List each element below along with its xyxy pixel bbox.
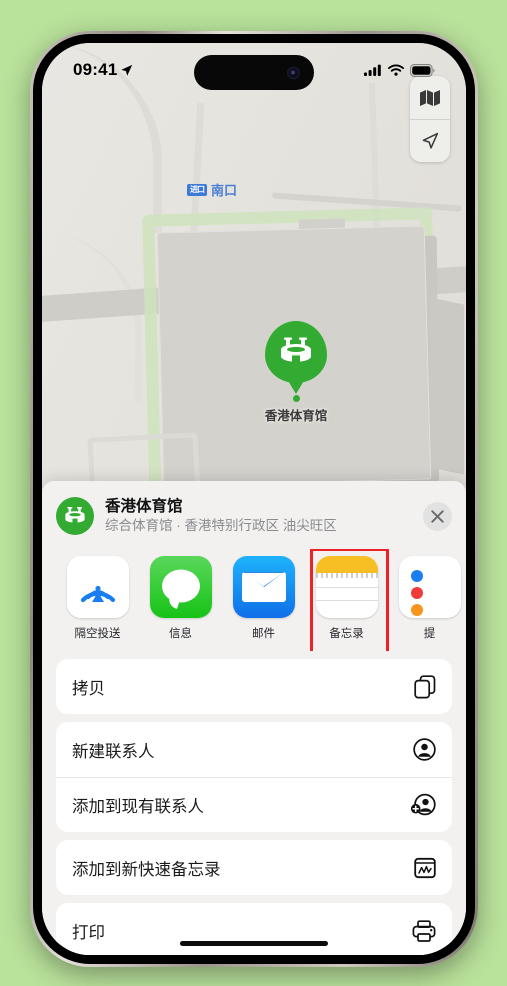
wifi-icon [388,64,404,76]
share-app-row[interactable]: 隔空投送 信息 邮件 备忘录 提 [42,549,466,651]
front-camera-icon [287,66,300,79]
phone-frame: 进口 南口 香港体育馆 09:41 香港体育馆 综合体育馆 · 香港特别行政区 … [30,31,478,967]
battery-full-icon [410,63,435,77]
share-sheet-texts: 香港体育馆 综合体育馆 · 香港特别行政区 油尖旺区 [105,497,423,535]
action-row-add-existing-contact[interactable]: 添加到现有联系人 [56,777,452,832]
share-app-label: 邮件 [252,628,275,640]
map-entrance-marker[interactable]: 进口 南口 [187,180,237,199]
close-button[interactable] [423,501,452,531]
cellular-bars-icon [364,64,381,76]
share-app-label: 备忘录 [329,628,364,640]
share-app-airdrop[interactable]: 隔空投送 [64,556,131,641]
stadium-pin-icon [265,321,327,383]
close-icon [431,509,444,523]
share-action-group: 打印 [56,903,452,955]
share-sheet: 香港体育馆 综合体育馆 · 香港特别行政区 油尖旺区 隔空投送 信息 邮件 备忘… [42,481,466,955]
action-row-new-quick-note[interactable]: 添加到新快速备忘录 [56,840,452,895]
share-app-label: 提 [423,628,436,640]
reminders-icon [398,556,461,618]
share-app-label: 信息 [169,628,192,640]
share-sheet-title: 香港体育馆 [105,498,183,516]
share-app-label: 隔空投送 [74,628,121,640]
share-place-icon [56,497,94,535]
action-row-print[interactable]: 打印 [56,903,452,955]
share-sheet-subtitle: 综合体育馆 · 香港特别行政区 油尖旺区 [105,518,337,534]
action-label: 打印 [72,923,105,942]
person-circle-icon [410,738,436,761]
share-app-reminders[interactable]: 提 [396,556,463,641]
action-row-new-contact[interactable]: 新建联系人 [56,722,452,777]
phone-screen: 进口 南口 香港体育馆 09:41 香港体育馆 综合体育馆 · 香港特别行政区 … [42,43,466,955]
locate-me-button[interactable] [410,119,450,162]
share-action-group: 添加到新快速备忘录 [56,840,452,895]
share-sheet-header: 香港体育馆 综合体育馆 · 香港特别行政区 油尖旺区 [42,481,466,549]
printer-icon [410,919,436,942]
share-app-messages[interactable]: 信息 [147,556,214,641]
entrance-label: 南口 [211,183,238,198]
person-badge-plus-icon [410,793,436,816]
pin-anchor-dot [292,395,300,402]
share-action-group: 拷贝 [56,659,452,714]
share-app-notes[interactable]: 备忘录 [310,549,389,651]
share-app-mail[interactable]: 邮件 [230,556,297,641]
phone-bezel: 进口 南口 香港体育馆 09:41 香港体育馆 综合体育馆 · 香港特别行政区 … [33,34,475,964]
entrance-badge: 进口 [187,183,207,196]
quick-note-icon [410,857,436,879]
action-label: 拷贝 [72,679,105,698]
action-label: 新建联系人 [72,742,155,761]
poi-label: 香港体育馆 [264,409,328,423]
share-action-group: 新建联系人 添加到现有联系人 [56,722,452,832]
copy-doc-icon [410,674,436,699]
mail-icon [232,556,295,618]
status-indicators [364,63,435,77]
clock-time: 09:41 [73,60,118,79]
messages-icon [149,556,212,618]
location-arrow-icon [422,132,439,149]
dynamic-island [194,55,314,90]
map-building-side [430,297,464,475]
status-clock: 09:41 [73,60,133,80]
airdrop-icon [66,556,129,618]
action-row-copy[interactable]: 拷贝 [56,659,452,714]
map-poi-pin[interactable]: 香港体育馆 [260,321,332,424]
notes-icon [315,556,378,618]
action-label: 添加到现有联系人 [72,797,204,816]
action-label: 添加到新快速备忘录 [72,860,221,879]
home-indicator[interactable] [180,941,328,946]
location-arrow-icon [121,64,133,76]
